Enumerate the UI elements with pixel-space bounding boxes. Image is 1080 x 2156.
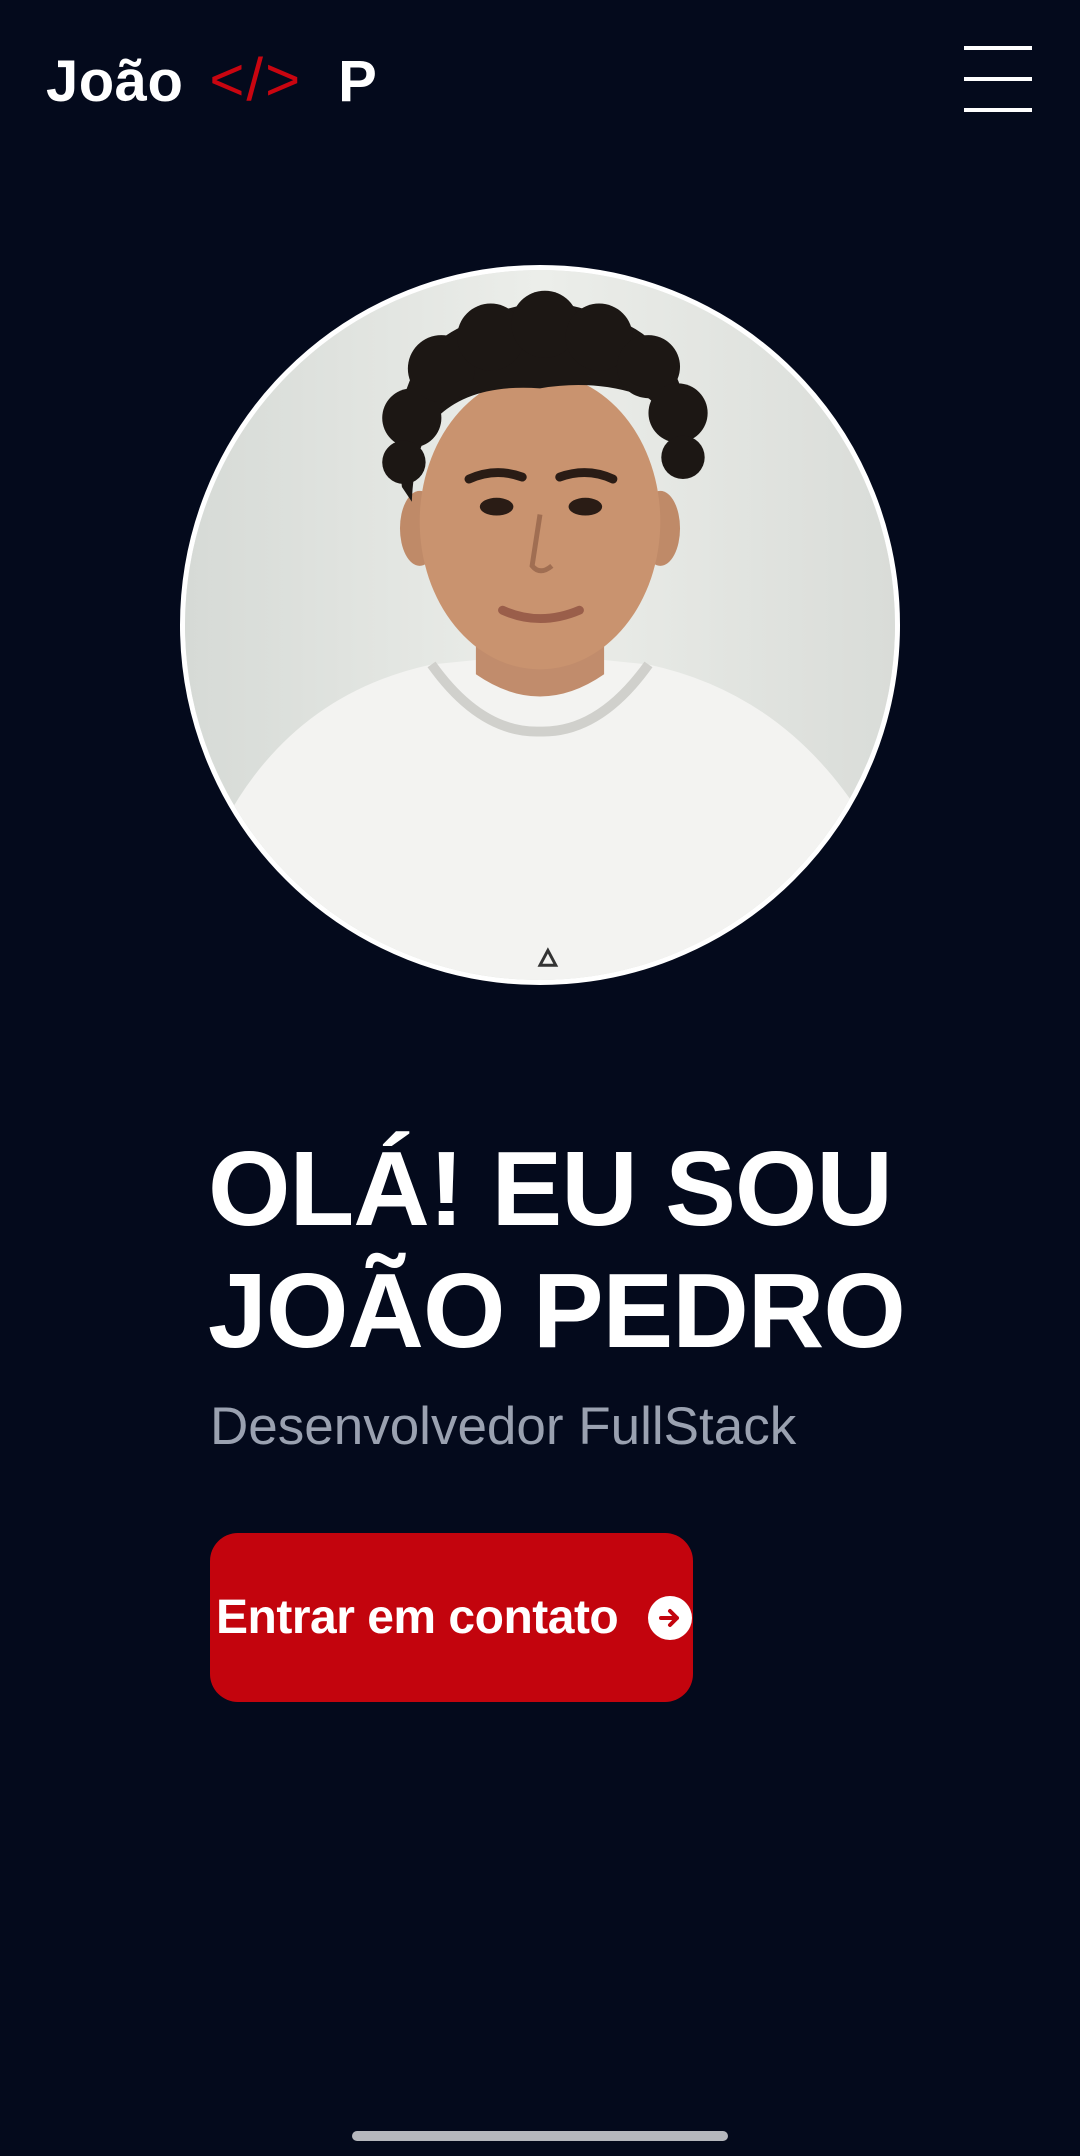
logo-last-initial: P [338, 48, 378, 114]
hero-title: OLÁ! EU SOU JOÃO PEDRO [208, 1128, 968, 1372]
menu-line [964, 46, 1032, 50]
hero-subtitle: Desenvolvedor FullStack [210, 1397, 797, 1456]
logo-first-name: João [46, 48, 184, 114]
contact-button[interactable]: Entrar em contato [210, 1533, 693, 1702]
hero-title-line1: OLÁ! EU SOU [208, 1130, 893, 1248]
contact-button-label: Entrar em contato [216, 1591, 619, 1644]
site-logo[interactable]: João </> P [46, 46, 377, 116]
home-indicator[interactable] [352, 2131, 728, 2141]
profile-photo [180, 265, 900, 985]
menu-line [964, 77, 1032, 81]
arrow-right-circle-icon [648, 1595, 693, 1640]
hero-title-line2: JOÃO PEDRO [208, 1252, 906, 1370]
profile-photo-illustration [185, 270, 895, 980]
hamburger-menu-icon[interactable] [964, 46, 1036, 112]
logo-code-icon: </> [209, 45, 303, 113]
menu-line [964, 108, 1032, 112]
